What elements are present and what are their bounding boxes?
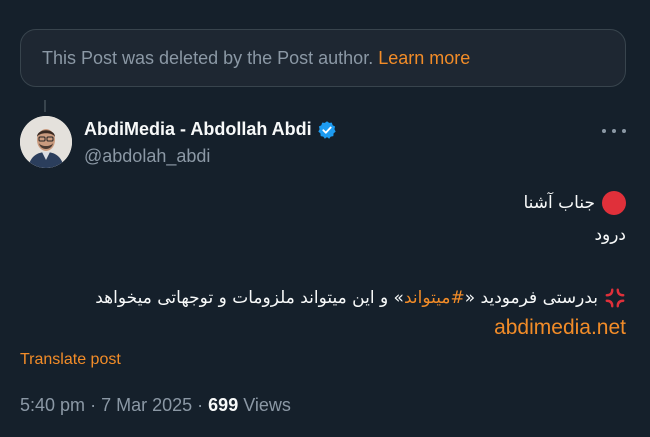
translate-post-link[interactable]: Translate post bbox=[20, 351, 121, 369]
more-dot bbox=[622, 129, 626, 133]
views-count: 699 bbox=[208, 395, 239, 415]
meta-separator: · bbox=[197, 395, 204, 415]
author-name[interactable]: AbdiMedia - Abdollah Abdi bbox=[84, 119, 337, 140]
post-line-3-start: بدرستی فرمودید « bbox=[464, 288, 598, 308]
avatar-image bbox=[20, 116, 72, 168]
meta-separator: · bbox=[90, 395, 97, 415]
deleted-notice-text: This Post was deleted by the Post author… bbox=[42, 47, 374, 68]
views-label: Views bbox=[243, 395, 291, 415]
post-page: This Post was deleted by the Post author… bbox=[0, 0, 650, 437]
post-line-2-text: درود bbox=[594, 225, 626, 245]
post-date[interactable]: 7 Mar 2025 bbox=[101, 395, 192, 415]
more-options-icon[interactable] bbox=[602, 121, 626, 141]
thread-connector-line bbox=[44, 100, 46, 112]
verified-badge-icon bbox=[317, 120, 336, 139]
avatar[interactable] bbox=[20, 116, 72, 168]
learn-more-link[interactable]: Learn more bbox=[378, 48, 470, 69]
more-dot bbox=[612, 129, 616, 133]
post-meta: 5:40 pm · 7 Mar 2025 · 699 Views bbox=[20, 395, 291, 416]
deleted-post-notice: This Post was deleted by the Post author… bbox=[20, 29, 626, 87]
hashtag-link[interactable]: #میتواند bbox=[404, 288, 465, 308]
post-text-line-2: درود bbox=[594, 225, 626, 245]
author-handle[interactable]: @abdolah_abdi bbox=[84, 146, 210, 167]
website-link[interactable]: abdimedia.net bbox=[494, 316, 626, 340]
author-name-text[interactable]: AbdiMedia - Abdollah Abdi bbox=[84, 119, 312, 140]
post-line-1-text: جناب آشنا bbox=[523, 193, 595, 213]
post-text-line-3: بدرستی فرمودید «#میتواند» و این میتواند … bbox=[95, 287, 626, 309]
post-text-line-1: جناب آشنا bbox=[523, 191, 626, 215]
more-dot bbox=[602, 129, 606, 133]
post-line-3-end: » و این میتواند ملزومات و توجهاتی میخواه… bbox=[95, 288, 404, 308]
red-circle-icon bbox=[602, 191, 626, 215]
post-time[interactable]: 5:40 pm bbox=[20, 395, 85, 415]
anger-symbol-icon bbox=[605, 288, 625, 308]
